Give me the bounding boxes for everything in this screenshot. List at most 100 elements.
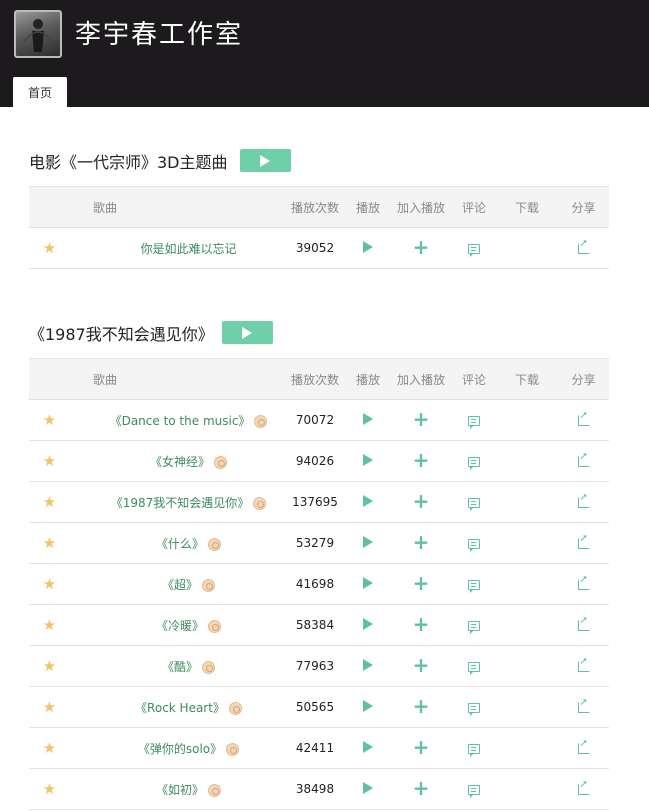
add-cell: +: [390, 563, 452, 605]
play-cell: [346, 727, 390, 769]
comment-icon[interactable]: [468, 620, 480, 634]
share-icon[interactable]: [577, 238, 590, 254]
song-link[interactable]: 《酷》: [162, 660, 198, 674]
play-icon[interactable]: [363, 699, 373, 712]
play-icon[interactable]: [363, 412, 373, 425]
header-download: 下载: [496, 186, 558, 228]
plus-icon[interactable]: +: [413, 237, 430, 257]
tab-home[interactable]: 首页: [13, 77, 67, 107]
play-icon[interactable]: [363, 535, 373, 548]
song-link[interactable]: 你是如此难以忘记: [140, 242, 236, 256]
comment-cell: [452, 768, 496, 810]
share-icon[interactable]: [577, 656, 590, 672]
star-icon[interactable]: ★: [43, 493, 56, 511]
share-cell: [558, 227, 609, 269]
comment-icon[interactable]: [468, 579, 480, 593]
song-link[interactable]: 《女神经》: [150, 455, 210, 469]
comment-icon[interactable]: [468, 784, 480, 798]
plus-icon[interactable]: +: [413, 450, 430, 470]
ringtone-icon[interactable]: [253, 496, 267, 510]
plus-icon[interactable]: +: [413, 778, 430, 798]
play-all-button[interactable]: [222, 321, 273, 344]
play-icon[interactable]: [363, 617, 373, 630]
download-cell: [496, 727, 558, 769]
share-icon[interactable]: [577, 533, 590, 549]
share-icon[interactable]: [577, 451, 590, 467]
share-icon[interactable]: [577, 615, 590, 631]
ringtone-icon[interactable]: [214, 455, 227, 469]
share-cell: [558, 768, 609, 810]
plus-icon[interactable]: +: [413, 573, 430, 593]
ringtone-icon[interactable]: [208, 537, 221, 551]
play-icon[interactable]: [363, 781, 373, 794]
comment-icon[interactable]: [468, 743, 480, 757]
share-icon[interactable]: [577, 738, 590, 754]
play-cell: [346, 563, 390, 605]
comment-icon[interactable]: [468, 415, 480, 429]
share-icon[interactable]: [577, 410, 590, 426]
comment-cell: [452, 481, 496, 523]
star-icon[interactable]: ★: [43, 657, 56, 675]
star-icon[interactable]: ★: [43, 780, 56, 798]
header-play-count: 播放次数: [284, 186, 346, 228]
star-icon[interactable]: ★: [43, 739, 56, 757]
comment-icon[interactable]: [468, 497, 480, 511]
ringtone-icon[interactable]: [226, 742, 240, 756]
header-blank: [29, 186, 70, 228]
share-icon[interactable]: [577, 574, 590, 590]
play-cell: [346, 522, 390, 564]
star-icon[interactable]: ★: [43, 616, 56, 634]
ringtone-icon[interactable]: [202, 578, 215, 592]
comment-icon[interactable]: [468, 661, 480, 675]
ringtone-icon[interactable]: [228, 701, 242, 715]
plus-icon[interactable]: +: [413, 491, 430, 511]
song-link[interactable]: 《1987我不知会遇见你》: [111, 496, 250, 510]
add-cell: +: [390, 645, 452, 687]
play-icon[interactable]: [363, 240, 373, 253]
add-cell: +: [390, 768, 452, 810]
star-icon[interactable]: ★: [43, 239, 56, 257]
play-icon[interactable]: [363, 576, 373, 589]
share-icon[interactable]: [577, 492, 590, 508]
ringtone-icon[interactable]: [254, 414, 268, 428]
plus-icon[interactable]: +: [413, 696, 430, 716]
add-cell: +: [390, 604, 452, 646]
star-icon[interactable]: ★: [43, 411, 56, 429]
star-icon[interactable]: ★: [43, 575, 56, 593]
song-link[interactable]: 《超》: [162, 578, 198, 592]
plus-icon[interactable]: +: [413, 409, 430, 429]
play-icon[interactable]: [363, 740, 373, 753]
play-icon[interactable]: [363, 494, 373, 507]
song-link[interactable]: 《什么》: [156, 537, 204, 551]
play-icon[interactable]: [363, 453, 373, 466]
share-cell: [558, 481, 609, 523]
share-icon[interactable]: [577, 779, 590, 795]
ringtone-icon[interactable]: [208, 783, 221, 797]
comment-icon[interactable]: [468, 456, 480, 470]
play-all-button[interactable]: [240, 149, 291, 172]
plus-icon[interactable]: +: [413, 614, 430, 634]
song-link[interactable]: 《Dance to the music》: [110, 414, 251, 428]
header-add-to-playlist: 加入播放: [390, 186, 452, 228]
comment-icon[interactable]: [468, 702, 480, 716]
plus-icon[interactable]: +: [413, 655, 430, 675]
star-icon[interactable]: ★: [43, 534, 56, 552]
favorite-cell: ★: [29, 227, 70, 269]
comment-cell: [452, 727, 496, 769]
song-cell: 《如初》: [70, 768, 284, 810]
plus-icon[interactable]: +: [413, 532, 430, 552]
plus-icon[interactable]: +: [413, 737, 430, 757]
comment-icon[interactable]: [468, 243, 480, 257]
song-link[interactable]: 《如初》: [156, 783, 204, 797]
song-link[interactable]: 《弹你的solo》: [138, 742, 222, 756]
avatar[interactable]: [14, 10, 62, 58]
star-icon[interactable]: ★: [43, 698, 56, 716]
comment-icon[interactable]: [468, 538, 480, 552]
ringtone-icon[interactable]: [202, 660, 215, 674]
ringtone-icon[interactable]: [208, 619, 221, 633]
share-icon[interactable]: [577, 697, 590, 713]
play-icon[interactable]: [363, 658, 373, 671]
song-link[interactable]: 《冷暖》: [156, 619, 204, 633]
song-link[interactable]: 《Rock Heart》: [135, 701, 225, 715]
star-icon[interactable]: ★: [43, 452, 56, 470]
